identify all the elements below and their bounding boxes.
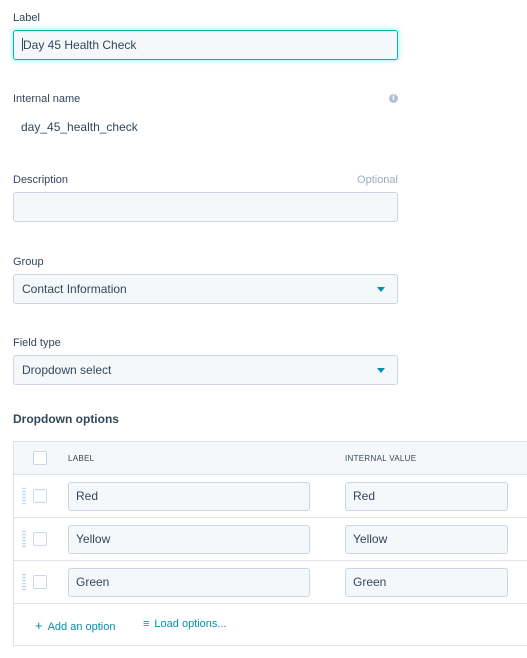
optional-hint: Optional [357,174,398,186]
description-label: Description [13,174,69,186]
add-option-button[interactable]: + Add an option [35,618,115,633]
option-value-input[interactable]: Yellow [345,525,508,554]
info-icon[interactable]: i [389,94,398,103]
table-header: LABEL INTERNAL VALUE [14,442,527,475]
option-label-input[interactable]: Green [68,568,310,597]
drag-handle-icon[interactable] [22,573,26,591]
option-label-input[interactable]: Red [68,482,310,511]
dropdown-options-title: Dropdown options [13,412,119,426]
label-input[interactable]: Day 45 Health Check [13,30,398,60]
add-option-label: Add an option [47,621,116,633]
row-checkbox[interactable] [33,489,47,503]
load-options-label: Load options... [154,618,227,630]
row-checkbox[interactable] [33,575,47,589]
load-options-button[interactable]: ≡ Load options... [143,618,227,630]
group-select[interactable]: Contact Information [13,274,398,304]
label-field-label: Label [13,12,40,24]
description-input[interactable] [13,192,398,222]
row-checkbox[interactable] [33,532,47,546]
internal-name-value: day_45_health_check [21,120,138,134]
list-icon: ≡ [143,618,150,630]
table-row: Green Green [14,561,527,604]
column-header-internal-value: INTERNAL VALUE [345,454,417,463]
group-select-value: Contact Information [22,282,127,296]
option-label-input[interactable]: Yellow [68,525,310,554]
dropdown-options-table: LABEL INTERNAL VALUE Red Red Yellow Yell… [13,441,527,646]
select-all-checkbox[interactable] [33,451,47,465]
plus-icon: + [35,618,43,633]
column-header-label: LABEL [68,454,95,463]
drag-handle-icon[interactable] [22,487,26,505]
option-value-input[interactable]: Red [345,482,508,511]
internal-name-label: Internal name [13,93,81,105]
field-type-select-value: Dropdown select [22,363,112,377]
chevron-down-icon [377,287,385,292]
label-input-value: Day 45 Health Check [23,38,137,52]
drag-handle-icon[interactable] [22,530,26,548]
table-row: Red Red [14,475,527,518]
chevron-down-icon [377,368,385,373]
option-value-input[interactable]: Green [345,568,508,597]
group-label: Group [13,256,44,268]
field-type-select[interactable]: Dropdown select [13,355,398,385]
table-row: Yellow Yellow [14,518,527,561]
field-type-label: Field type [13,337,61,349]
